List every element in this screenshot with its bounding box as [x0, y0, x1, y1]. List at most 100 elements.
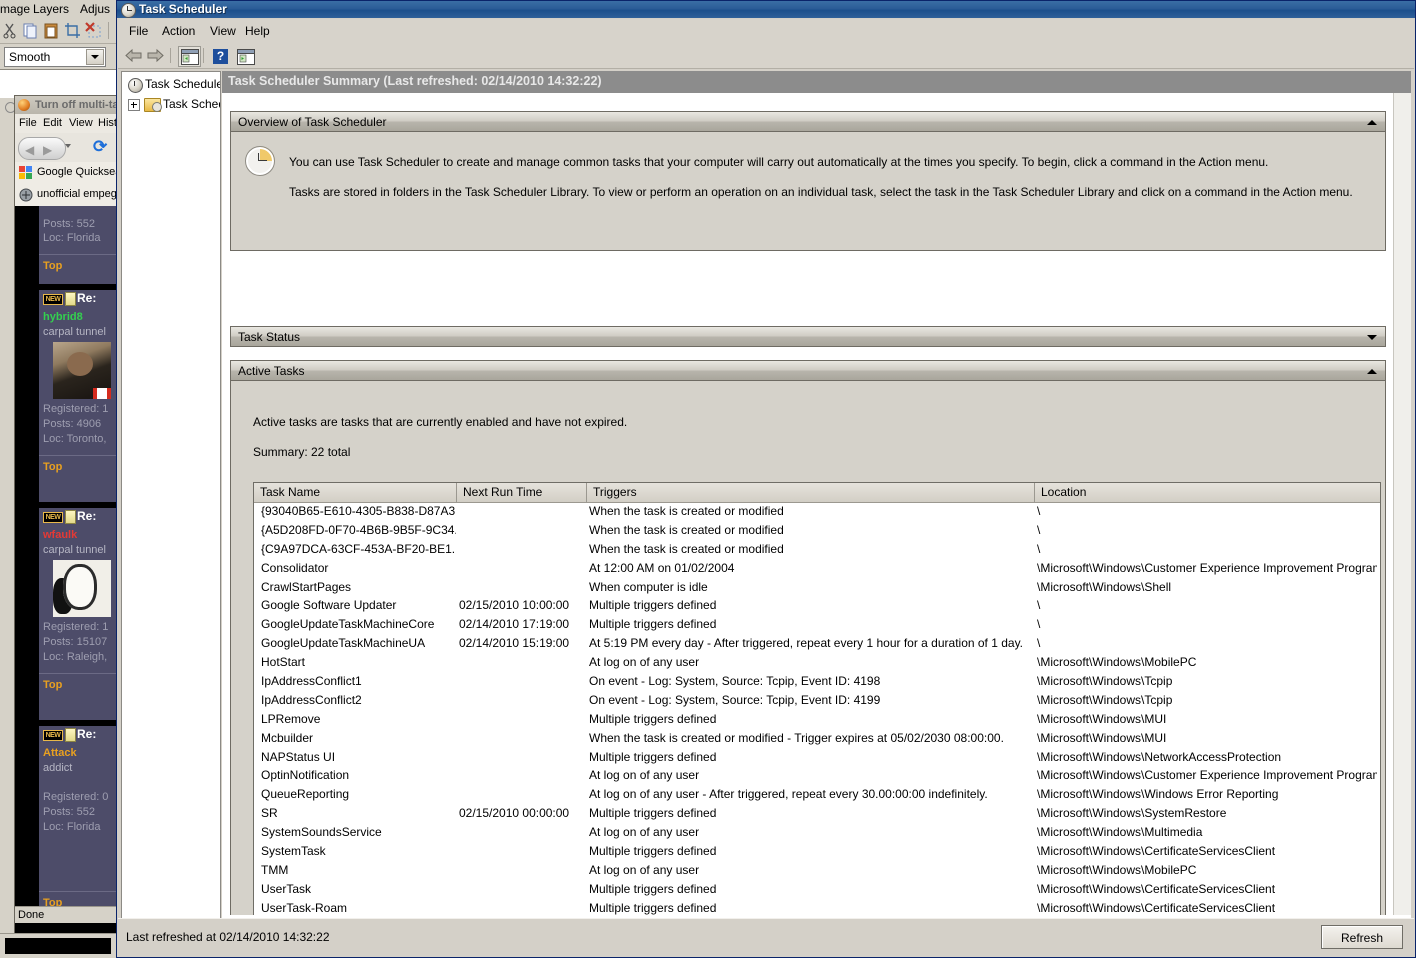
table-row[interactable]: Mcbuilder When the task is created or mod… — [254, 730, 1380, 749]
table-row[interactable]: UserTask Multiple triggers defined \Micros… — [254, 881, 1380, 900]
help-button[interactable]: ? — [210, 46, 233, 67]
editor-mode-dropdown[interactable]: Smooth — [4, 47, 106, 67]
table-row[interactable]: SR 02/15/2010 00:00:00 Multiple triggers d… — [254, 805, 1380, 824]
table-row[interactable]: {A5D208FD-0F70-4B6B-9B5F-9C34... When the… — [254, 522, 1380, 541]
menu-help[interactable]: Help — [245, 24, 270, 38]
post-subject[interactable]: Re: — [77, 291, 96, 305]
browser-menu-edit[interactable]: Edit — [43, 117, 62, 129]
active-tasks-panel-body: Active tasks are tasks that are currentl… — [230, 381, 1386, 915]
table-row[interactable]: {C9A97DCA-63CF-453A-BF20-BE1... When the … — [254, 541, 1380, 560]
column-header-task-name[interactable]: Task Name — [254, 483, 457, 502]
table-row[interactable]: GoogleUpdateTaskMachineUA 02/14/2010 15:1… — [254, 635, 1380, 654]
delete-selection-icon[interactable] — [85, 22, 102, 39]
editor-toolbar — [0, 19, 116, 44]
browser-menu-file[interactable]: File — [19, 117, 37, 129]
content-scroll-area[interactable]: Overview of Task Scheduler You can use T… — [222, 93, 1394, 915]
chevron-up-icon[interactable] — [1367, 369, 1377, 374]
post-icon — [65, 510, 76, 524]
cell-triggers: On event - Log: System, Source: Tcpip, E… — [589, 674, 881, 689]
forum-post: NEW Re: wfaulk carpal tunnel Registered:… — [39, 508, 116, 720]
table-row[interactable]: IpAddressConflict2 On event - Log: System… — [254, 692, 1380, 711]
editor-menu-image[interactable]: mage — [0, 2, 30, 16]
bookmark-empeg-bbs[interactable]: unofficial empeg BBS — [15, 184, 116, 207]
post-top-link[interactable]: Top — [43, 260, 62, 272]
bookmark-google-quicksearch[interactable]: Google Quicksearch — [15, 162, 116, 185]
tree-item-task-scheduler[interactable]: Task Scheduler — [122, 75, 220, 95]
show-hide-action-pane-button[interactable] — [234, 46, 257, 67]
taskbar — [0, 933, 116, 958]
table-row[interactable]: HotStart At log on of any user \Microsoft\… — [254, 654, 1380, 673]
browser-menu-history[interactable]: Hist — [98, 117, 116, 129]
table-row[interactable]: Consolidator At 12:00 AM on 01/02/2004 \Mi… — [254, 560, 1380, 579]
task-status-panel-header[interactable]: Task Status — [230, 326, 1386, 347]
column-header-triggers[interactable]: Triggers — [587, 483, 1035, 502]
table-row[interactable]: SystemSoundsService At log on of any user… — [254, 824, 1380, 843]
post-registered: Registered: 0 — [43, 791, 109, 803]
column-header-next-run-time[interactable]: Next Run Time — [457, 483, 587, 502]
post-username[interactable]: Attack — [43, 747, 77, 759]
table-row[interactable]: UserTask-Roam Multiple triggers defined \M… — [254, 900, 1380, 915]
post-top-link[interactable]: Top — [43, 461, 62, 473]
active-tasks-panel-header[interactable]: Active Tasks — [230, 360, 1386, 381]
active-tasks-table[interactable]: Task Name Next Run Time Triggers Locatio… — [253, 482, 1381, 915]
post-username[interactable]: hybrid8 — [43, 311, 83, 323]
post-subject[interactable]: Re: — [77, 509, 96, 523]
cell-triggers: Multiple triggers defined — [589, 881, 717, 896]
cell-triggers: Multiple triggers defined — [589, 900, 717, 915]
history-dropdown-icon[interactable] — [65, 144, 71, 148]
help-icon: ? — [213, 49, 228, 64]
cut-icon[interactable] — [2, 22, 19, 39]
paste-icon[interactable] — [43, 22, 60, 39]
table-body[interactable]: {93040B65-E610-4305-B838-D87A3... When th… — [254, 503, 1380, 915]
post-username[interactable]: wfaulk — [43, 529, 77, 541]
forward-arrow-icon[interactable] — [147, 48, 164, 63]
back-arrow-icon[interactable] — [125, 48, 142, 63]
console-tree[interactable]: Task Scheduler Task Sched — [121, 71, 221, 939]
cell-location: \Microsoft\Windows\SystemRestore — [1037, 806, 1227, 821]
content-vertical-scrollbar[interactable] — [1393, 93, 1411, 915]
table-row[interactable]: TMM At log on of any user \Microsoft\Windo… — [254, 862, 1380, 881]
back-arrow-icon[interactable]: ◀ — [25, 143, 34, 157]
post-top-link[interactable]: Top — [43, 679, 62, 691]
post-posts: Posts: 4906 — [43, 418, 102, 430]
menu-action[interactable]: Action — [162, 24, 195, 38]
refresh-button[interactable]: Refresh — [1321, 925, 1403, 949]
table-row[interactable]: QueueReporting At log on of any user - Af… — [254, 786, 1380, 805]
browser-menu-view[interactable]: View — [69, 117, 93, 129]
tree-item-task-scheduler-library[interactable]: Task Sched — [122, 95, 220, 115]
overview-panel-header[interactable]: Overview of Task Scheduler — [230, 111, 1386, 132]
reload-icon[interactable]: ⟳ — [93, 138, 107, 155]
table-row[interactable]: Google Software Updater 02/15/2010 10:00:… — [254, 597, 1380, 616]
expand-plus-icon[interactable] — [128, 99, 140, 111]
copy-icon[interactable] — [22, 22, 39, 39]
table-row[interactable]: SystemTask Multiple triggers defined \Micr… — [254, 843, 1380, 862]
table-row[interactable]: NAPStatus UI Multiple triggers defined \Mi… — [254, 749, 1380, 768]
menu-file[interactable]: File — [129, 24, 148, 38]
chevron-down-icon[interactable] — [86, 49, 104, 65]
browser-status-text: Done — [18, 909, 45, 921]
chevron-down-icon[interactable] — [1367, 335, 1377, 340]
browser-page[interactable]: Posts: 552 Loc: Florida Top NEW Re: hybr… — [15, 206, 116, 906]
table-row[interactable]: OptinNotification At log on of any user \M… — [254, 767, 1380, 786]
table-row[interactable]: GoogleUpdateTaskMachineCore 02/14/2010 17… — [254, 616, 1380, 635]
post-top-link[interactable]: Top — [43, 897, 62, 906]
column-header-location[interactable]: Location — [1035, 483, 1380, 502]
cell-task-name: {93040B65-E610-4305-B838-D87A3... — [261, 504, 456, 518]
crop-icon[interactable] — [64, 22, 81, 39]
editor-menu-layers[interactable]: Layers — [33, 2, 69, 16]
window-title: Task Scheduler — [139, 2, 227, 16]
forward-arrow-icon[interactable]: ▶ — [43, 143, 52, 157]
chevron-up-icon[interactable] — [1367, 120, 1377, 125]
table-row[interactable]: CrawlStartPages When computer is idle \Mic… — [254, 579, 1380, 598]
show-hide-console-tree-button[interactable] — [178, 46, 201, 67]
window-titlebar[interactable]: Task Scheduler — [117, 1, 1415, 18]
cell-triggers: At log on of any user — [589, 862, 700, 877]
post-subject[interactable]: Re: — [77, 727, 96, 741]
menu-view[interactable]: View — [210, 24, 236, 38]
active-tasks-panel: Active Tasks Active tasks are tasks that… — [230, 360, 1386, 915]
table-row[interactable]: {93040B65-E610-4305-B838-D87A3... When th… — [254, 503, 1380, 522]
editor-menu-adjust[interactable]: Adjus — [80, 2, 110, 16]
table-row[interactable]: IpAddressConflict1 On event - Log: System… — [254, 673, 1380, 692]
table-row[interactable]: LPRemove Multiple triggers defined \Micros… — [254, 711, 1380, 730]
back-forward-button[interactable]: ◀ ▶ — [18, 137, 66, 160]
